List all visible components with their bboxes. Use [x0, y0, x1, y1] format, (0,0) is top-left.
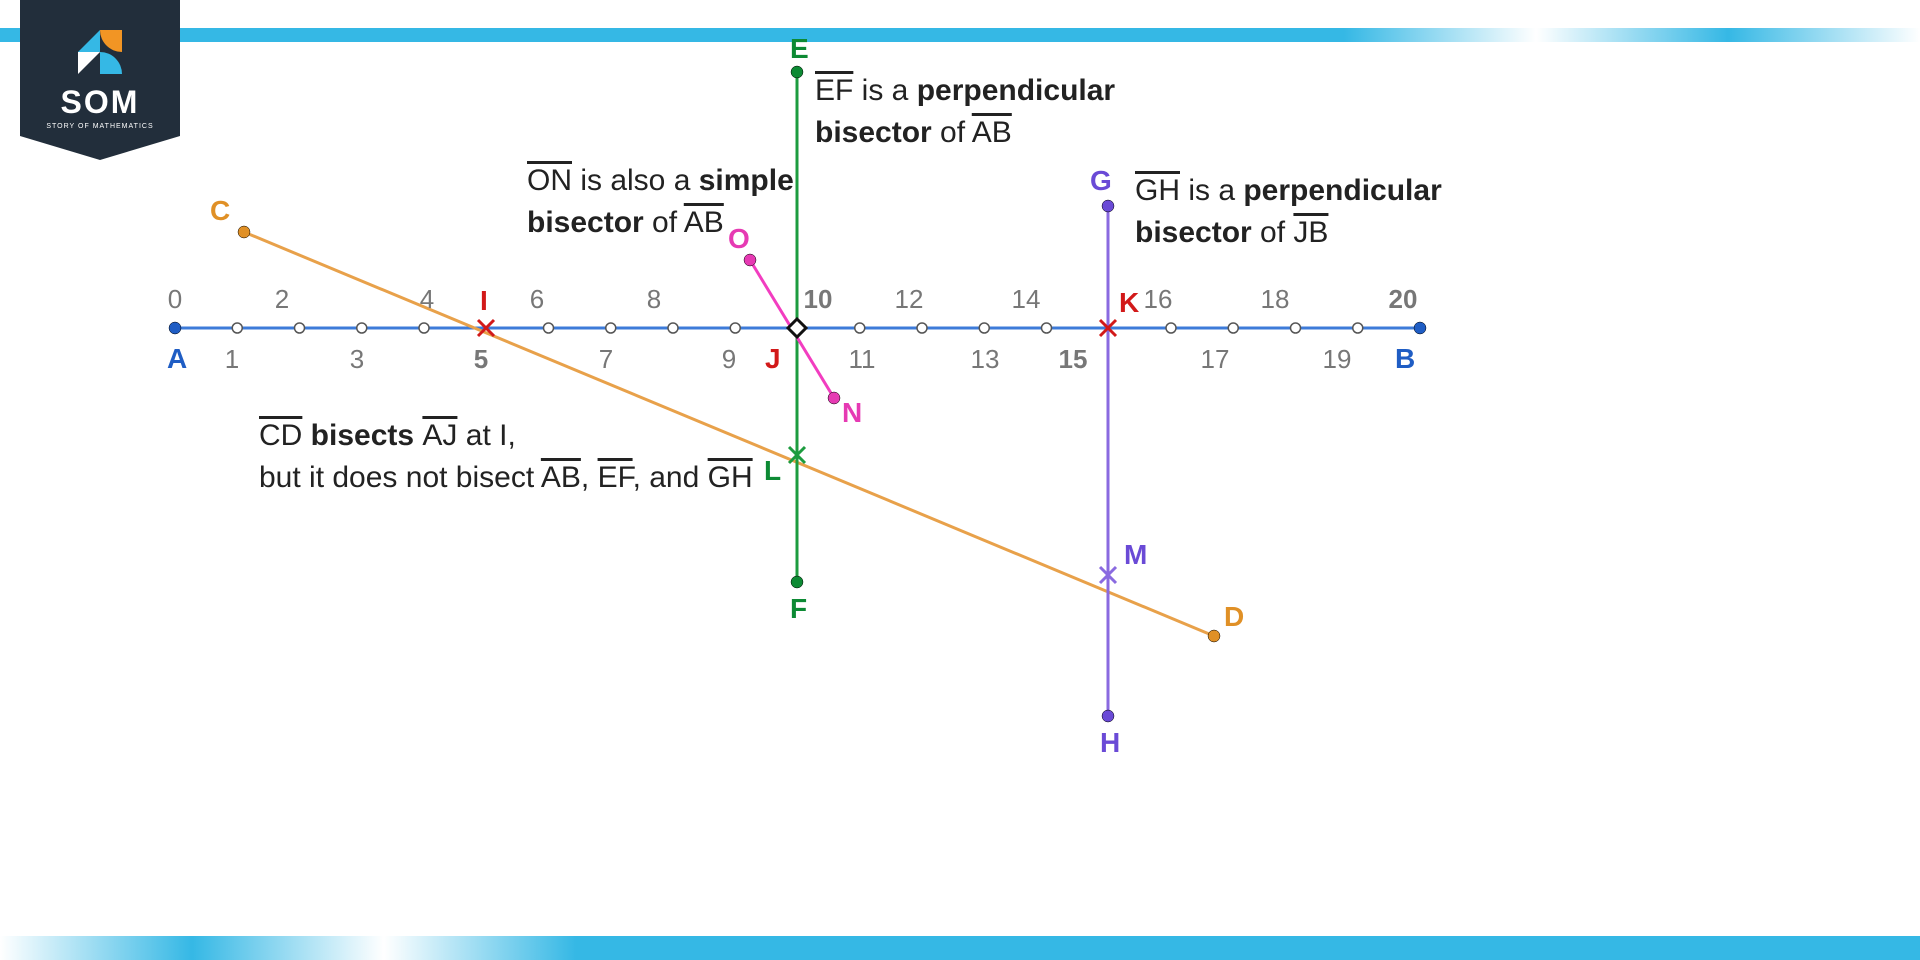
tick-17	[1228, 323, 1238, 333]
point-B	[1414, 322, 1426, 334]
point-label-E: E	[790, 33, 809, 64]
axis-label-15: 15	[1059, 344, 1088, 374]
point-label-A: A	[167, 343, 187, 374]
tick-18	[1291, 323, 1301, 333]
point-label-O: O	[728, 223, 750, 254]
point-label-C: C	[210, 195, 230, 226]
note-cd-line1: CD bisects AJ at I,	[259, 419, 516, 452]
point-G	[1102, 200, 1114, 212]
axis-label-18: 18	[1261, 284, 1290, 314]
tick-13	[979, 323, 989, 333]
axis-label-3: 3	[350, 344, 364, 374]
tick-14	[1042, 323, 1052, 333]
point-F	[791, 576, 803, 588]
point-label-F: F	[790, 593, 807, 624]
tick-7	[606, 323, 616, 333]
axis-label-16: 16	[1144, 284, 1173, 314]
tick-3	[357, 323, 367, 333]
point-E	[791, 66, 803, 78]
note-gh-line2: bisector of JB	[1135, 216, 1328, 249]
tick-2	[295, 323, 305, 333]
point-label-D: D	[1224, 601, 1244, 632]
axis-label-11: 11	[849, 344, 876, 374]
axis-label-7: 7	[599, 344, 613, 374]
axis-label-17: 17	[1201, 344, 1230, 374]
axis-label-8: 8	[647, 284, 661, 314]
axis-label-5: 5	[474, 344, 488, 374]
point-H	[1102, 710, 1114, 722]
axis-label-4: 4	[420, 284, 434, 314]
point-C	[238, 226, 250, 238]
tick-19	[1353, 323, 1363, 333]
axis-label-13: 13	[971, 344, 1000, 374]
axis-label-10: 10	[804, 284, 833, 314]
point-label-I: I	[480, 285, 488, 316]
point-O	[744, 254, 756, 266]
note-on-line1: ON is also a simple	[527, 164, 794, 197]
note-gh-line1: GH is a perpendicular	[1135, 174, 1442, 207]
tick-6	[544, 323, 554, 333]
axis-label-9: 9	[722, 344, 736, 374]
point-label-K: K	[1119, 287, 1139, 318]
point-label-J: J	[765, 343, 781, 374]
axis-label-1: 1	[225, 344, 239, 374]
bisector-diagram: 02468101214161820135791113151719 ABCDEFG…	[0, 0, 1920, 960]
tick-8	[668, 323, 678, 333]
point-label-B: B	[1395, 343, 1415, 374]
tick-11	[855, 323, 865, 333]
point-N	[828, 392, 840, 404]
point-J	[788, 319, 806, 337]
tick-4	[419, 323, 429, 333]
note-cd-line2: but it does not bisect AB, EF, and GH	[259, 461, 753, 494]
point-D	[1208, 630, 1220, 642]
note-ef-line2: bisector of AB	[815, 116, 1012, 149]
axis-label-19: 19	[1323, 344, 1352, 374]
point-A	[169, 322, 181, 334]
point-label-G: G	[1090, 165, 1112, 196]
axis-label-6: 6	[530, 284, 544, 314]
note-ef-line1: EF is a perpendicular	[815, 74, 1115, 107]
point-label-L: L	[764, 455, 781, 486]
axis-label-0: 0	[168, 284, 182, 314]
axis-label-20: 20	[1389, 284, 1418, 314]
tick-9	[730, 323, 740, 333]
tick-1	[232, 323, 242, 333]
axis-label-14: 14	[1012, 284, 1041, 314]
axis-label-12: 12	[895, 284, 924, 314]
point-label-N: N	[842, 397, 862, 428]
axis-label-2: 2	[275, 284, 289, 314]
tick-12	[917, 323, 927, 333]
tick-16	[1166, 323, 1176, 333]
point-label-M: M	[1124, 539, 1147, 570]
point-label-H: H	[1100, 727, 1120, 758]
note-on-line2: bisector of AB	[527, 206, 724, 239]
